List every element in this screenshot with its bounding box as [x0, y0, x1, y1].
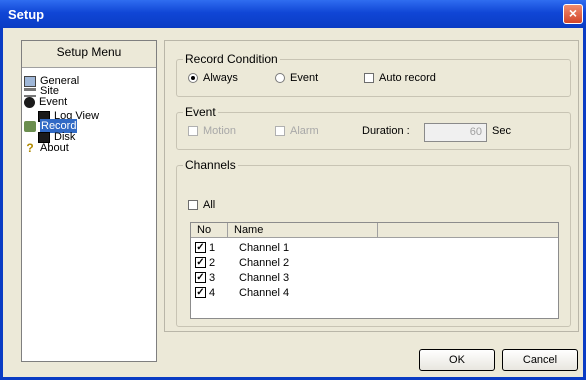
radio-icon — [275, 73, 285, 83]
bomb-icon — [24, 96, 35, 108]
motion-checkbox: Motion — [188, 125, 236, 137]
duration-label: Duration : — [362, 125, 410, 137]
table-row[interactable]: ✓ 1 Channel 1 — [195, 240, 289, 255]
menu-item-label: Event — [39, 96, 68, 108]
checkbox-icon — [188, 200, 198, 210]
channel-list-header: No Name — [191, 223, 558, 238]
checkbox-icon — [364, 73, 374, 83]
table-row[interactable]: ✓ 4 Channel 4 — [195, 285, 289, 300]
close-button[interactable]: × — [563, 4, 583, 24]
alarm-checkbox: Alarm — [275, 125, 319, 137]
always-label: Always — [203, 72, 238, 84]
auto-record-label: Auto record — [379, 72, 436, 84]
ok-button[interactable]: OK — [419, 349, 495, 371]
close-icon: × — [568, 5, 578, 21]
channel-name: Channel 4 — [239, 286, 290, 299]
all-label: All — [203, 199, 216, 211]
column-header-no[interactable]: No — [191, 223, 228, 237]
menu-item-about[interactable]: ? About — [24, 140, 69, 155]
checkbox-checked-icon[interactable]: ✓ — [195, 257, 206, 268]
column-header-blank — [378, 223, 559, 237]
channel-no: 2 — [209, 256, 216, 269]
column-header-name[interactable]: Name — [228, 223, 378, 237]
checkbox-checked-icon[interactable]: ✓ — [195, 242, 206, 253]
question-icon: ? — [26, 140, 34, 155]
channel-no: 1 — [209, 241, 216, 254]
channel-name: Channel 2 — [239, 256, 290, 269]
menu-item-label: About — [40, 142, 69, 154]
checkbox-icon — [275, 126, 285, 136]
menu-item-event[interactable]: Event — [24, 95, 67, 109]
table-row[interactable]: ✓ 2 Channel 2 — [195, 255, 289, 270]
title-bar: Setup × — [0, 0, 586, 28]
setup-menu-header: Setup Menu — [22, 41, 156, 68]
event-radio[interactable]: Event — [275, 72, 318, 84]
window-title: Setup — [8, 7, 45, 22]
channel-list[interactable]: No Name ✓ 1 Channel 1 ✓ 2 Channel 2 ✓ 3 … — [190, 222, 559, 319]
record-condition-title: Record Condition — [183, 52, 280, 66]
cancel-button[interactable]: Cancel — [502, 349, 578, 371]
channel-no: 3 — [209, 271, 216, 284]
alarm-label: Alarm — [290, 125, 319, 137]
event-title: Event — [183, 105, 218, 119]
checkbox-checked-icon[interactable]: ✓ — [195, 287, 206, 298]
camera-icon — [24, 120, 36, 132]
auto-record-checkbox[interactable]: Auto record — [364, 72, 436, 84]
duration-unit: Sec — [492, 125, 511, 137]
all-checkbox[interactable]: All — [188, 199, 215, 211]
channels-title: Channels — [183, 158, 238, 172]
setup-menu-panel: Setup Menu General Site Event Log View R… — [21, 40, 157, 362]
duration-input: 60 — [424, 123, 487, 142]
channel-no: 4 — [209, 286, 216, 299]
motion-label: Motion — [203, 125, 237, 137]
radio-icon — [188, 73, 198, 83]
channel-name: Channel 1 — [239, 241, 290, 254]
channel-name: Channel 3 — [239, 271, 290, 284]
event-label: Event — [290, 72, 319, 84]
checkbox-icon — [188, 126, 198, 136]
always-radio[interactable]: Always — [188, 72, 238, 84]
checkbox-checked-icon[interactable]: ✓ — [195, 272, 206, 283]
table-row[interactable]: ✓ 3 Channel 3 — [195, 270, 289, 285]
